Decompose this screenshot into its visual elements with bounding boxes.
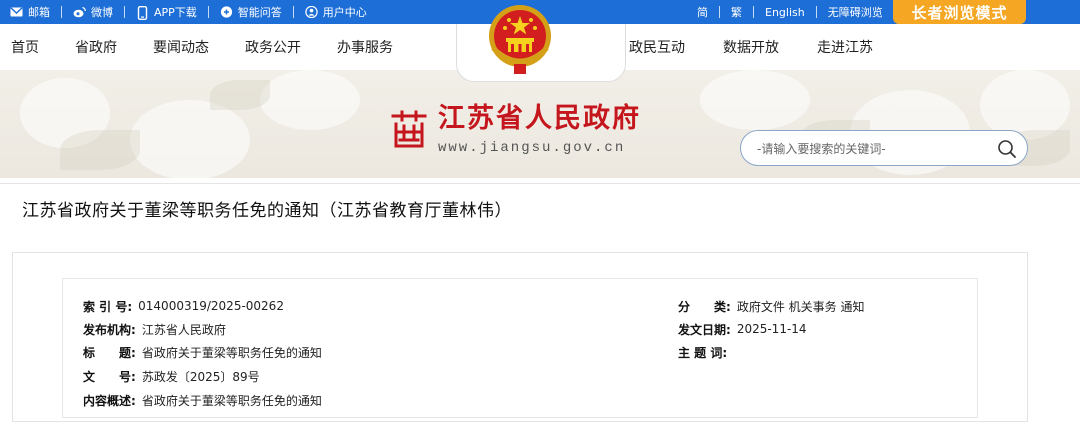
top-utility-left: 邮箱 微博 APP下载 智能问答 用户中心 xyxy=(10,0,378,24)
meta-value: 江苏省人民政府 xyxy=(141,322,226,337)
meta-category: 分 类: 政府文件 机关事务 通知 xyxy=(678,297,864,315)
main-nav-left: 首页 省政府 要闻动态 政务公开 办事服务 xyxy=(11,24,393,70)
chat-icon xyxy=(220,6,233,18)
nav-home[interactable]: 首页 xyxy=(11,37,39,57)
meta-keywords: 主 题 词: xyxy=(678,343,733,361)
nav-open-data[interactable]: 数据开放 xyxy=(723,37,779,57)
nav-province-gov[interactable]: 省政府 xyxy=(75,37,117,57)
banner-leaf-decoration xyxy=(60,130,140,170)
article-title-bar: 江苏省政府关于董梁等职务任免的通知（江苏省教育厅董林伟） xyxy=(0,183,1080,227)
meta-index-number: 索 引 号: 014000319/2025-00262 xyxy=(83,297,284,315)
main-nav-right: 政民互动 数据开放 走进江苏 xyxy=(629,24,873,70)
user-icon xyxy=(305,5,318,19)
site-title: 江苏省人民政府 www.jiangsu.gov.cn xyxy=(438,103,641,157)
meta-label: 标 题: xyxy=(83,345,136,360)
topbar-app-label: APP下载 xyxy=(154,6,197,19)
top-utility-right: 简 繁 English 无障碍浏览 xyxy=(686,0,894,24)
topbar-user[interactable]: 用户中心 xyxy=(294,4,378,20)
traditional-chinese-link[interactable]: 繁 xyxy=(720,4,753,20)
meta-value: 政府文件 机关事务 通知 xyxy=(736,299,865,314)
meta-label: 发布机构: xyxy=(83,322,136,337)
meta-doc-number: 文 号: 苏政发〔2025〕89号 xyxy=(83,367,260,385)
meta-value: 省政府关于董梁等职务任免的通知 xyxy=(141,393,322,408)
document-metadata-table: 索 引 号: 014000319/2025-00262 发布机构: 江苏省人民政… xyxy=(62,278,978,418)
banner-leaf-decoration xyxy=(210,80,270,110)
national-emblem-icon xyxy=(487,0,553,78)
site-logo[interactable]: 江苏省人民政府 www.jiangsu.gov.cn xyxy=(390,104,641,156)
banner-flower-decoration xyxy=(130,100,250,178)
meta-label: 内容概述: xyxy=(83,393,136,408)
topbar-weibo-label: 微博 xyxy=(91,6,113,19)
meta-value: 苏政发〔2025〕89号 xyxy=(141,369,260,384)
nav-services[interactable]: 办事服务 xyxy=(337,37,393,57)
search-box xyxy=(740,130,1028,166)
meta-summary: 内容概述: 省政府关于董梁等职务任免的通知 xyxy=(83,391,322,409)
banner-flower-decoration xyxy=(260,70,360,130)
nav-gov-affairs[interactable]: 政务公开 xyxy=(245,37,301,57)
topbar-qa-label: 智能问答 xyxy=(237,6,282,19)
nav-news[interactable]: 要闻动态 xyxy=(153,37,209,57)
meta-publisher: 发布机构: 江苏省人民政府 xyxy=(83,320,226,338)
meta-label: 分 类: xyxy=(678,299,731,314)
nav-interaction[interactable]: 政民互动 xyxy=(629,37,685,57)
meta-issue-date: 发文日期: 2025-11-14 xyxy=(678,320,807,338)
topbar-mail-label: 邮箱 xyxy=(28,6,50,19)
meta-value: 2025-11-14 xyxy=(736,322,807,336)
site-name-cn: 江苏省人民政府 xyxy=(438,103,641,134)
page-title: 江苏省政府关于董梁等职务任免的通知（江苏省教育厅董林伟） xyxy=(22,201,512,221)
topbar-app[interactable]: APP下载 xyxy=(125,4,208,21)
nav-about-jiangsu[interactable]: 走进江苏 xyxy=(817,37,873,57)
elder-mode-button[interactable]: 长者浏览模式 xyxy=(893,0,1026,24)
search-input[interactable] xyxy=(757,139,987,159)
simplified-chinese-link[interactable]: 简 xyxy=(686,4,719,20)
meta-value: 省政府关于董梁等职务任免的通知 xyxy=(141,345,322,360)
banner-flower-decoration xyxy=(700,70,810,130)
topbar-mail[interactable]: 邮箱 xyxy=(10,4,61,20)
search-icon[interactable] xyxy=(997,139,1017,159)
english-link[interactable]: English xyxy=(754,6,816,19)
meta-label: 索 引 号: xyxy=(83,299,133,314)
site-domain: www.jiangsu.gov.cn xyxy=(438,140,626,156)
accessibility-link[interactable]: 无障碍浏览 xyxy=(817,4,894,20)
meta-label: 发文日期: xyxy=(678,322,731,337)
weibo-icon xyxy=(73,6,86,18)
phone-icon xyxy=(136,5,149,21)
jiangsu-logo-icon xyxy=(390,110,428,150)
meta-title: 标 题: 省政府关于董梁等职务任免的通知 xyxy=(83,343,322,361)
topbar-user-label: 用户中心 xyxy=(322,6,367,19)
topbar-weibo[interactable]: 微博 xyxy=(62,4,124,20)
meta-label: 文 号: xyxy=(83,369,136,384)
meta-value: 014000319/2025-00262 xyxy=(138,299,284,313)
topbar-qa[interactable]: 智能问答 xyxy=(209,4,293,20)
mail-icon xyxy=(10,6,23,18)
meta-label: 主 题 词: xyxy=(678,345,728,360)
